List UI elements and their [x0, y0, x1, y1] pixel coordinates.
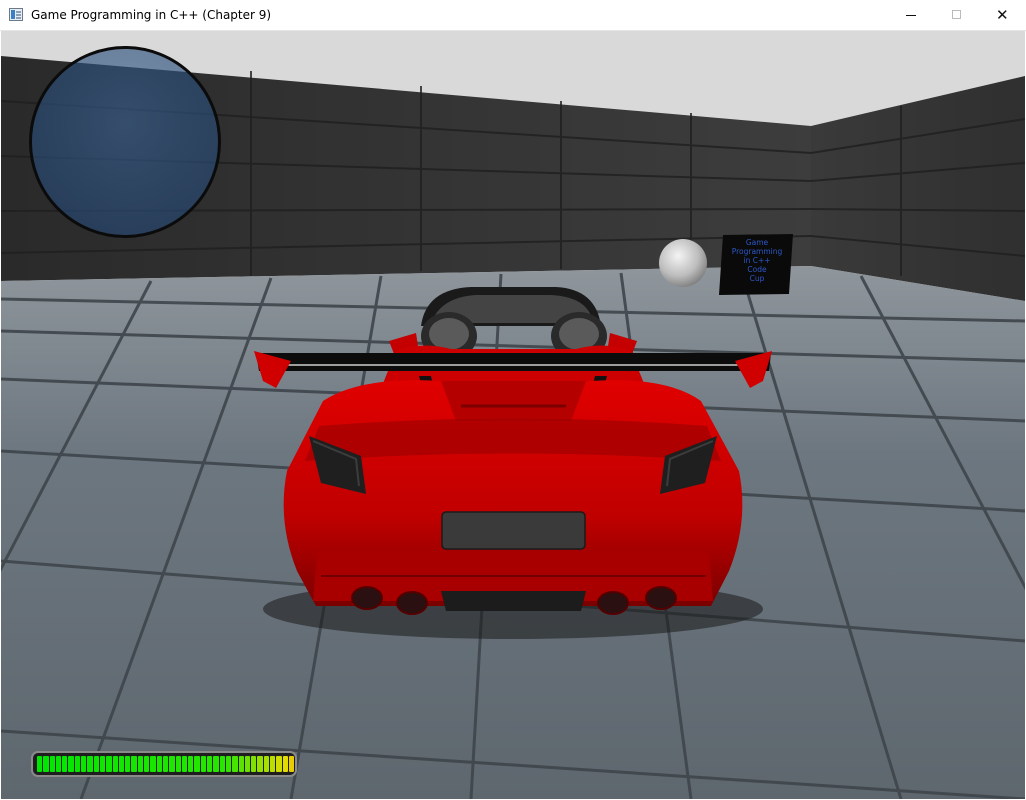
health-segment: [74, 756, 81, 772]
health-segment: [144, 756, 150, 772]
minimize-button[interactable]: [888, 0, 934, 31]
health-segment: [276, 756, 282, 772]
health-segment: [251, 756, 257, 772]
sign-line: Game: [746, 238, 769, 247]
health-segment: [194, 756, 200, 772]
sign-line: in C++: [743, 256, 770, 265]
health-segment: [68, 756, 74, 772]
health-segment: [55, 756, 62, 772]
health-bar: [31, 751, 297, 777]
health-segment: [200, 756, 207, 772]
health-segment: [175, 756, 181, 772]
sign-line: Cup: [750, 274, 765, 283]
health-segment: [162, 756, 169, 772]
health-segment: [295, 756, 297, 772]
health-bar-segments: [37, 756, 297, 772]
health-segment: [125, 756, 131, 772]
health-segment: [188, 756, 194, 772]
app-window-icon: [9, 8, 23, 21]
health-segment: [150, 756, 156, 772]
health-segment: [99, 756, 106, 772]
health-segment: [263, 756, 269, 772]
health-segment: [49, 756, 55, 772]
health-segment: [118, 756, 125, 772]
window-title: Game Programming in C++ (Chapter 9): [31, 8, 272, 22]
health-segment: [137, 756, 144, 772]
game-viewport[interactable]: Game Programming in C++ Code Cup: [1, 31, 1025, 799]
close-button[interactable]: ✕: [980, 0, 1026, 31]
health-segment: [62, 756, 68, 772]
health-segment: [87, 756, 93, 772]
health-segment: [112, 756, 118, 772]
health-segment: [43, 756, 49, 772]
health-segment: [219, 756, 225, 772]
close-icon: ✕: [996, 6, 1009, 24]
health-segment: [106, 756, 112, 772]
health-segment: [37, 756, 43, 772]
sign-board: Game Programming in C++ Code Cup: [719, 234, 793, 295]
health-segment: [207, 756, 213, 772]
health-segment: [225, 756, 232, 772]
minimize-icon: [906, 15, 916, 16]
health-segment: [131, 756, 137, 772]
health-segment: [282, 756, 288, 772]
maximize-button[interactable]: [934, 0, 980, 31]
health-segment: [156, 756, 162, 772]
radar-minimap: [29, 46, 221, 238]
health-segment: [93, 756, 99, 772]
health-segment: [269, 756, 276, 772]
health-segment: [244, 756, 251, 772]
health-segment: [232, 756, 238, 772]
window-titlebar[interactable]: Game Programming in C++ (Chapter 9) ✕: [0, 0, 1026, 31]
health-segment: [169, 756, 175, 772]
maximize-icon: [952, 10, 961, 19]
health-segment: [213, 756, 219, 772]
health-segment: [257, 756, 263, 772]
health-segment: [181, 756, 188, 772]
sign-line: Code: [747, 265, 767, 274]
health-segment: [288, 756, 295, 772]
health-segment: [238, 756, 244, 772]
health-segment: [81, 756, 87, 772]
sphere-object: [659, 239, 707, 287]
sign-line: Programming: [732, 247, 783, 256]
